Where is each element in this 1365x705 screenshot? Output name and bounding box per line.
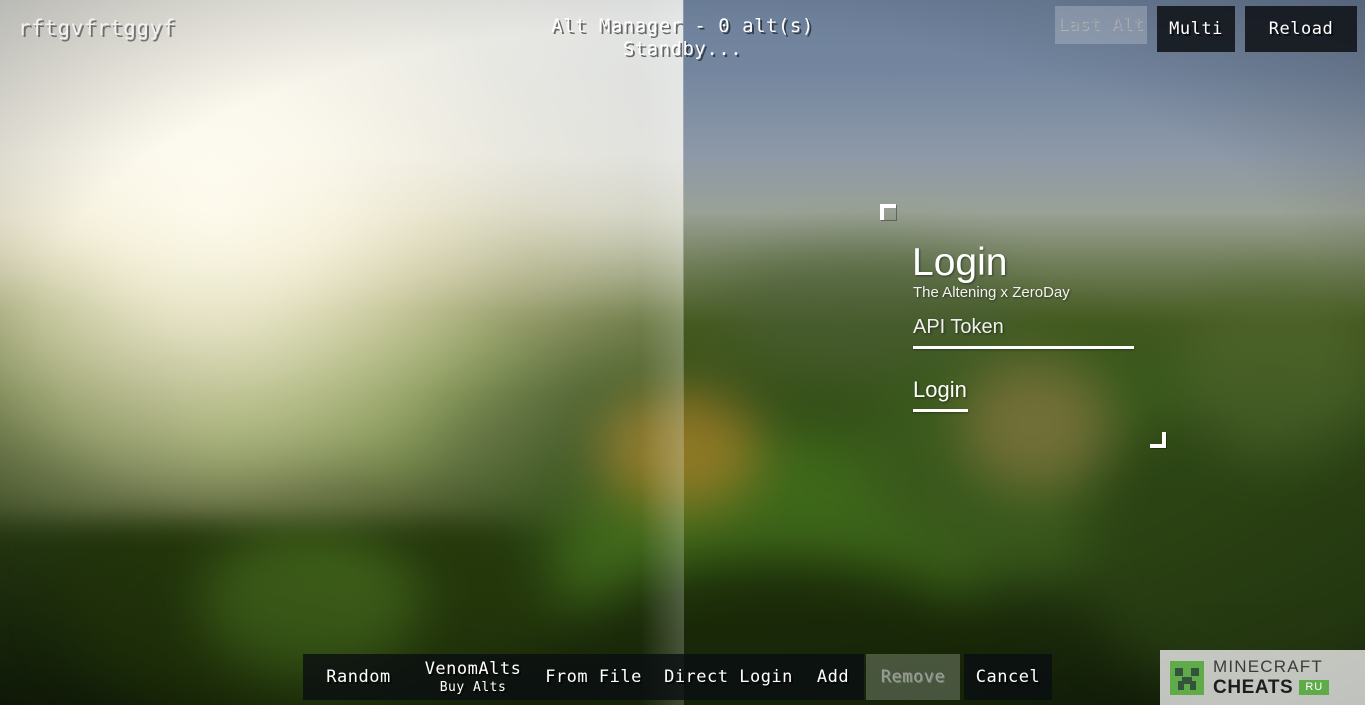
venomalts-button-label: VenomAlts [424,658,522,679]
add-button-label: Add [816,666,850,687]
api-token-input[interactable] [913,316,1134,346]
last-alt-button[interactable]: Last Alt [1055,6,1147,44]
direct-login-button[interactable]: Direct Login [655,654,802,700]
reload-button[interactable]: Reload [1245,6,1357,52]
watermark-bottom-row: CHEATS RU [1213,677,1330,698]
player-username: rftgvfrtggyf [18,16,176,40]
login-subtitle: The Altening x ZeroDay [913,284,1070,301]
login-panel: Login The Altening x ZeroDay Login [880,204,1172,452]
login-button-label: Login [913,377,967,402]
top-button-group: Last Alt Multi Reload [1055,6,1357,52]
corner-bracket-bottom-right-icon [1150,432,1166,448]
remove-button-label: Remove [880,666,946,687]
watermark-bottom-label: CHEATS [1213,677,1294,698]
corner-bracket-top-left-icon [880,204,896,220]
random-button-label: Random [326,666,391,687]
watermark-top-label: MINECRAFT [1213,657,1323,676]
site-watermark: MINECRAFT CHEATS RU [1160,650,1365,705]
sun-glow [0,0,660,520]
api-token-field [913,316,1134,349]
login-submit-button[interactable]: Login [913,377,968,412]
add-button[interactable]: Add [802,654,864,700]
from-file-button-label: From File [545,666,642,687]
creeper-face-icon [1170,660,1204,695]
api-token-underline [913,346,1134,349]
watermark-tld-badge: RU [1299,680,1330,695]
random-button[interactable]: Random [303,654,414,700]
multi-button[interactable]: Multi [1157,6,1235,52]
login-title: Login [912,241,1008,284]
bottom-toolbar: Random VenomAlts Buy Alts From File Dire… [303,654,1052,700]
game-screen: rftgvfrtggyf Alt Manager - 0 alt(s) Stan… [0,0,1365,705]
from-file-button[interactable]: From File [532,654,655,700]
venomalts-button-sublabel: Buy Alts [439,679,507,695]
cancel-button-label: Cancel [975,666,1041,687]
cancel-button[interactable]: Cancel [964,654,1052,700]
direct-login-button-label: Direct Login [664,666,793,687]
remove-button[interactable]: Remove [866,654,960,700]
venomalts-button[interactable]: VenomAlts Buy Alts [414,654,532,700]
login-button-underline [913,409,968,412]
watermark-text: MINECRAFT CHEATS RU [1213,657,1330,698]
